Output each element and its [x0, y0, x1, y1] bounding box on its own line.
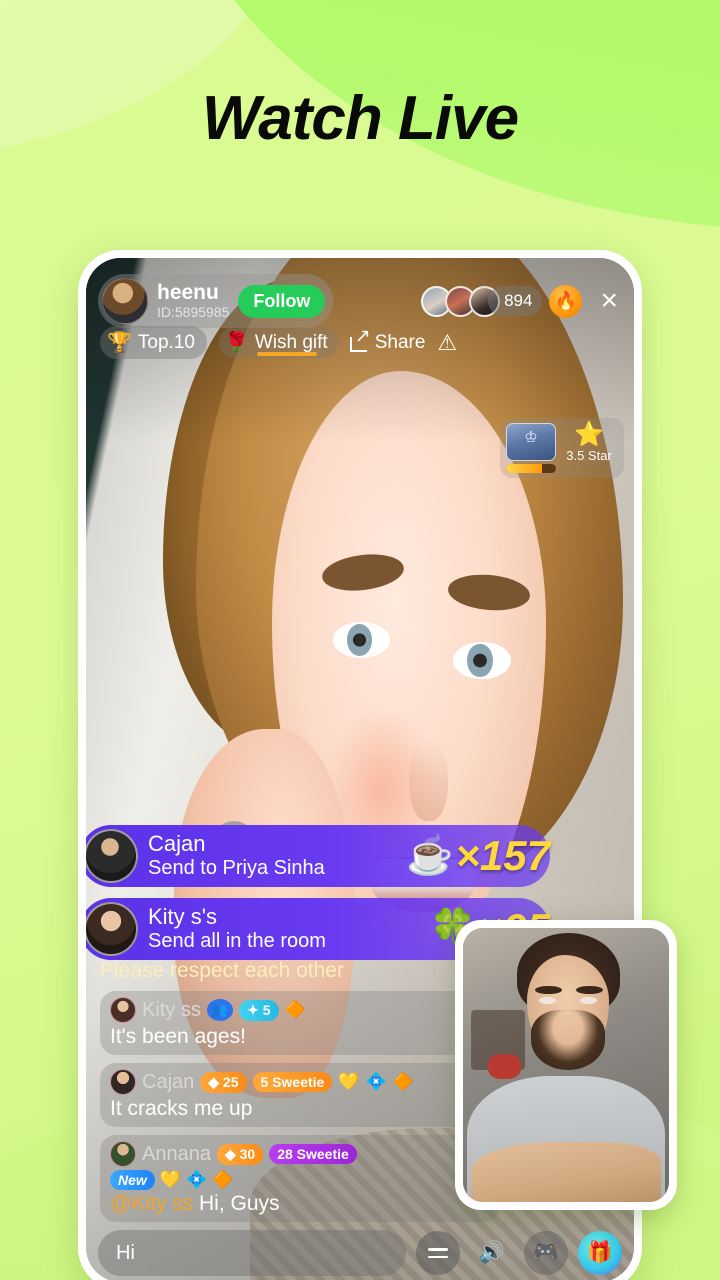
gift-icon[interactable]: 🎁	[578, 1231, 622, 1275]
chat-message-body: Hi, Guys	[199, 1192, 280, 1215]
chat-badge-sweetie: 5 Sweetie	[252, 1072, 333, 1092]
pip-guest-arms	[471, 1141, 661, 1202]
star-rating-label: 3.5 Star	[566, 448, 612, 463]
chat-avatar[interactable]	[110, 1141, 136, 1167]
viewer-list[interactable]: 894 🔥	[421, 284, 583, 318]
star-icon: ⭐	[574, 421, 604, 448]
gem-icon: 🔶	[212, 1170, 234, 1189]
report-warning-icon[interactable]: ⚠	[437, 330, 457, 356]
treasure-chest-icon	[506, 423, 556, 461]
menu-line	[428, 1248, 448, 1251]
chat-message-header: Cajan ◆ 25 5 Sweetie 💛 💠 🔶	[110, 1069, 490, 1095]
chat-message-row[interactable]: Annana ◆ 30 28 Sweetie New 💛 💠 🔶 @Kity s…	[100, 1135, 500, 1222]
chat-username: Kity ss	[142, 998, 201, 1021]
live-bottom-bar: Hi 🔊 🎮 🎁	[86, 1224, 634, 1280]
star-rating-widget[interactable]: ⭐ 3.5 Star	[560, 421, 618, 464]
gift-banner-text: Kity s's Send all in the room	[148, 905, 326, 952]
chat-badge-row-2: New 💛 💠 🔶	[110, 1170, 490, 1190]
gem-icon: 🔶	[284, 1000, 306, 1019]
voice-icon[interactable]: 🔊	[470, 1231, 514, 1275]
share-button[interactable]: Share	[349, 325, 426, 354]
chat-message-text: @Kity ss Hi, Guys	[110, 1192, 490, 1216]
gem-icon: 💠	[185, 1170, 208, 1189]
host-info-pill[interactable]: heenu ID:5895985 Follow	[98, 274, 334, 328]
chat-input[interactable]: Hi	[98, 1230, 406, 1276]
chat-message-header: Annana ◆ 30 28 Sweetie	[110, 1141, 490, 1167]
gift-banner[interactable]: Cajan Send to Priya Sinha ☕ ×157	[86, 825, 550, 887]
wish-gift-label: Wish gift	[254, 331, 328, 353]
pip-guest-brow-right	[576, 985, 604, 994]
host-name: heenu	[157, 281, 219, 305]
pip-guest-eye-left	[539, 996, 556, 1004]
live-side-widgets: ⭐ 3.5 Star	[500, 418, 624, 478]
system-message: Please respect each other	[100, 959, 344, 982]
gift-sender-name: Kity s's	[148, 904, 217, 930]
host-meta: heenu ID:5895985	[157, 281, 230, 320]
chat-badge-level: ✦ 5	[239, 999, 279, 1021]
share-label: Share	[374, 331, 426, 353]
host-avatar[interactable]	[102, 278, 148, 324]
chat-badge-level: ◆ 25	[200, 1071, 247, 1093]
chat-list[interactable]: Please respect each other Kity ss 👥 ✦ 5 …	[100, 959, 500, 1222]
follow-button[interactable]: Follow	[238, 284, 326, 318]
chat-message-text: It's been ages!	[110, 1025, 246, 1048]
gift-sender-avatar[interactable]	[86, 902, 138, 956]
wish-gift-underline	[256, 352, 317, 356]
gift-banner-text: Cajan Send to Priya Sinha	[148, 832, 325, 879]
chat-message-row[interactable]: Kity ss 👥 ✦ 5 🔶 It's been ages!	[100, 991, 500, 1055]
gem-icon: 💛	[159, 1170, 181, 1189]
chat-message-header: Kity ss 👥 ✦ 5 🔶	[110, 997, 490, 1023]
menu-line	[428, 1255, 448, 1258]
game-controller-icon[interactable]: 🎮	[524, 1231, 568, 1275]
trophy-icon: 🏆	[107, 332, 132, 354]
top10-button[interactable]: 🏆 Top.10	[100, 326, 207, 359]
chat-mention[interactable]: @Kity ss	[110, 1192, 193, 1215]
treasure-chest-widget[interactable]	[506, 423, 556, 473]
pip-video-stream[interactable]	[463, 928, 669, 1202]
chat-badge-new: New	[110, 1170, 155, 1190]
flame-rank-icon[interactable]: 🔥	[549, 284, 583, 318]
page-title: Watch Live	[201, 84, 519, 153]
pip-guest-eye-right	[580, 996, 597, 1004]
chat-avatar[interactable]	[110, 997, 136, 1023]
chat-badge-level: ◆ 30	[216, 1143, 264, 1165]
menu-icon[interactable]	[416, 1231, 460, 1275]
host-id: ID:5895985	[157, 303, 230, 320]
gem-icon: 💛	[338, 1072, 360, 1091]
chat-message-row[interactable]: Cajan ◆ 25 5 Sweetie 💛 💠 🔶 It cracks me …	[100, 1063, 500, 1127]
chat-username: Cajan	[142, 1070, 195, 1093]
gift-banner-subtitle: Send to Priya Sinha	[148, 857, 325, 880]
live-action-row: 🏆 Top.10 🌹 Wish gift Share ⚠	[100, 325, 457, 359]
chat-badge-sweetie: 28 Sweetie	[269, 1144, 357, 1164]
close-icon[interactable]: ×	[600, 286, 618, 316]
gift-count: ×157	[455, 832, 550, 879]
chest-progress-bar	[506, 464, 556, 473]
gift-banner-subtitle: Send all in the room	[148, 930, 326, 953]
share-icon	[349, 325, 371, 352]
wish-gift-button[interactable]: 🌹 Wish gift	[218, 327, 338, 358]
pip-video-card[interactable]	[455, 920, 677, 1210]
chat-avatar[interactable]	[110, 1069, 136, 1095]
live-top-bar: heenu ID:5895985 Follow 894 🔥 ×	[86, 258, 634, 328]
gift-sender-avatar[interactable]	[86, 829, 138, 883]
chat-username: Annana	[142, 1142, 211, 1165]
chest-progress-fill	[506, 464, 542, 473]
pip-red-object	[487, 1054, 521, 1079]
rose-icon: 🌹	[223, 332, 249, 354]
pip-guest-brow-left	[535, 985, 562, 994]
top10-label: Top.10	[137, 331, 195, 353]
gem-icon: 🔶	[392, 1072, 414, 1091]
gift-sender-name: Cajan	[148, 831, 206, 857]
gift-icon: ☕	[406, 835, 454, 877]
gem-icon: 💠	[365, 1072, 387, 1091]
chat-badge-group: 👥	[206, 999, 234, 1021]
chat-message-text: It cracks me up	[110, 1097, 253, 1120]
gift-banner-amount: ☕ ×157	[406, 832, 550, 880]
viewer-count[interactable]: 894	[488, 286, 543, 316]
